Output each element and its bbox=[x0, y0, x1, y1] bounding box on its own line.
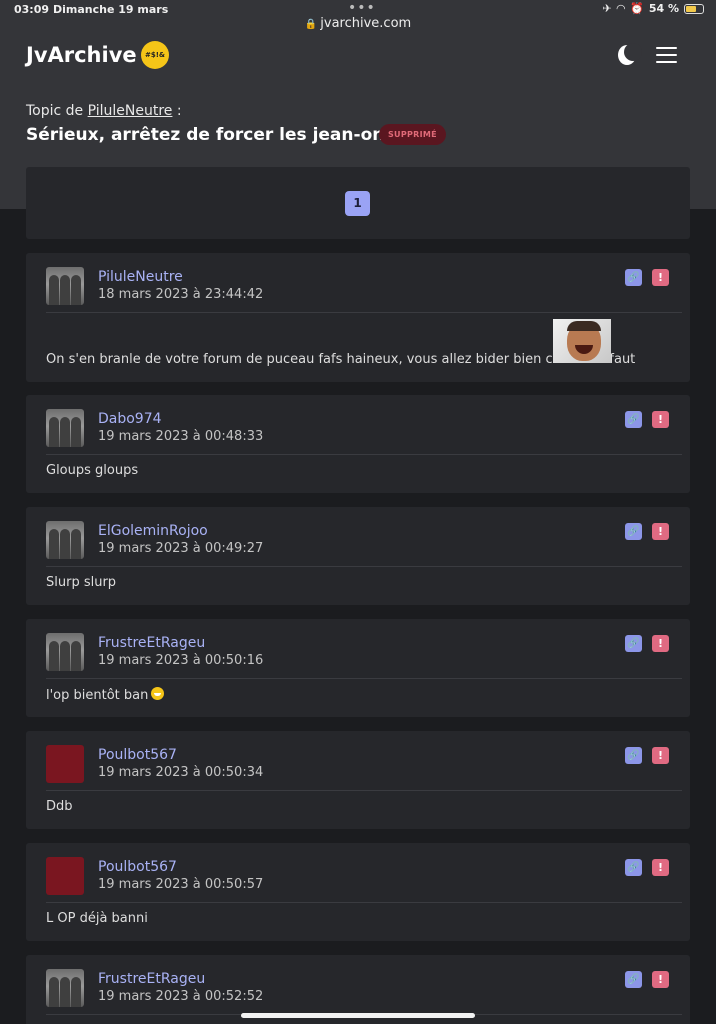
post-card: FrustreEtRageu 19 mars 2023 à 00:50:16 🔗… bbox=[26, 619, 690, 717]
post-card: Poulbot567 19 mars 2023 à 00:50:34 🔗 ! D… bbox=[26, 731, 690, 829]
page-title: Sérieux, arrêtez de forcer les jean-onch… bbox=[26, 125, 429, 145]
menu-icon[interactable] bbox=[656, 47, 677, 64]
report-icon[interactable]: ! bbox=[652, 635, 669, 652]
post-username[interactable]: Poulbot567 bbox=[98, 747, 177, 763]
pagination: 1 bbox=[26, 167, 690, 239]
post-card: Poulbot567 19 mars 2023 à 00:50:57 🔗 ! L… bbox=[26, 843, 690, 941]
post-text: Gloups gloups bbox=[46, 463, 139, 478]
divider bbox=[46, 678, 682, 679]
post-username[interactable]: FrustreEtRageu bbox=[98, 971, 205, 987]
topic-suffix: : bbox=[172, 103, 182, 119]
post-username[interactable]: Dabo974 bbox=[98, 411, 162, 427]
link-icon[interactable]: 🔗 bbox=[625, 269, 642, 286]
post-timestamp: 19 mars 2023 à 00:50:57 bbox=[98, 877, 264, 892]
report-icon[interactable]: ! bbox=[652, 523, 669, 540]
alarm-icon: ⏰ bbox=[630, 2, 644, 15]
post-username[interactable]: PiluleNeutre bbox=[98, 269, 183, 285]
link-icon[interactable]: 🔗 bbox=[625, 523, 642, 540]
divider bbox=[46, 312, 682, 313]
post-card: PiluleNeutre 18 mars 2023 à 23:44:42 🔗 !… bbox=[26, 253, 690, 382]
avatar[interactable] bbox=[46, 857, 84, 895]
airplane-icon: ✈ bbox=[602, 2, 612, 15]
divider bbox=[46, 902, 682, 903]
post-username[interactable]: ElGoleminRojoo bbox=[98, 523, 208, 539]
status-indicators: ✈ ◠ ⏰ 54 % bbox=[602, 2, 704, 15]
address-bar[interactable]: 🔒 jvarchive.com bbox=[0, 16, 716, 31]
topic-prefix: Topic de bbox=[26, 103, 84, 119]
topic-author-link[interactable]: PiluleNeutre bbox=[88, 103, 173, 119]
post-text: On s'en branle de votre forum de puceau … bbox=[46, 352, 636, 367]
lock-icon: 🔒 bbox=[304, 19, 318, 30]
divider bbox=[46, 454, 682, 455]
wifi-icon: ◠ bbox=[616, 2, 626, 15]
post-timestamp: 18 mars 2023 à 23:44:42 bbox=[98, 287, 264, 302]
sticker-image bbox=[553, 319, 611, 363]
status-badge: SUPPRIMÉ bbox=[379, 124, 446, 145]
more-dots-icon[interactable]: ••• bbox=[348, 0, 376, 16]
menu-line bbox=[656, 61, 677, 63]
status-time: 03:09 bbox=[14, 3, 50, 16]
post-timestamp: 19 mars 2023 à 00:49:27 bbox=[98, 541, 264, 556]
battery-icon bbox=[684, 3, 704, 14]
avatar[interactable] bbox=[46, 521, 84, 559]
status-bar: 03:09 Dimanche 19 mars ••• 🔒 jvarchive.co… bbox=[0, 0, 716, 36]
post-text: l'op bientôt ban bbox=[46, 688, 149, 703]
post-timestamp: 19 mars 2023 à 00:50:16 bbox=[98, 653, 264, 668]
home-indicator[interactable] bbox=[241, 1013, 475, 1018]
link-icon[interactable]: 🔗 bbox=[625, 859, 642, 876]
post-text: Slurp slurp bbox=[46, 575, 117, 590]
post-card: Dabo974 19 mars 2023 à 00:48:33 🔗 ! Glou… bbox=[26, 395, 690, 493]
divider bbox=[46, 566, 682, 567]
avatar[interactable] bbox=[46, 267, 84, 305]
topic-byline: Topic de PiluleNeutre : bbox=[26, 103, 182, 119]
post-text: L OP déjà banni bbox=[46, 911, 148, 926]
report-icon[interactable]: ! bbox=[652, 747, 669, 764]
url-text: jvarchive.com bbox=[320, 16, 412, 31]
link-icon[interactable]: 🔗 bbox=[625, 747, 642, 764]
page-button-1[interactable]: 1 bbox=[345, 191, 370, 216]
avatar[interactable] bbox=[46, 745, 84, 783]
divider bbox=[46, 790, 682, 791]
link-icon[interactable]: 🔗 bbox=[625, 635, 642, 652]
link-icon[interactable]: 🔗 bbox=[625, 411, 642, 428]
avatar[interactable] bbox=[46, 633, 84, 671]
report-icon[interactable]: ! bbox=[652, 269, 669, 286]
post-timestamp: 19 mars 2023 à 00:50:34 bbox=[98, 765, 264, 780]
battery-fill bbox=[686, 5, 696, 12]
report-icon[interactable]: ! bbox=[652, 411, 669, 428]
post-username[interactable]: FrustreEtRageu bbox=[98, 635, 205, 651]
logo-emoji-icon: #$!& bbox=[141, 41, 169, 69]
menu-line bbox=[656, 54, 677, 56]
report-icon[interactable]: ! bbox=[652, 859, 669, 876]
avatar[interactable] bbox=[46, 409, 84, 447]
post-username[interactable]: Poulbot567 bbox=[98, 859, 177, 875]
grin-emoji-icon bbox=[151, 687, 165, 700]
post-timestamp: 19 mars 2023 à 00:48:33 bbox=[98, 429, 264, 444]
report-icon[interactable]: ! bbox=[652, 971, 669, 988]
post-card: ElGoleminRojoo 19 mars 2023 à 00:49:27 🔗… bbox=[26, 507, 690, 605]
status-date: Dimanche 19 mars bbox=[53, 3, 169, 16]
link-icon[interactable]: 🔗 bbox=[625, 971, 642, 988]
post-text-row: l'op bientôt ban bbox=[46, 687, 165, 703]
avatar[interactable] bbox=[46, 969, 84, 1007]
moon-icon[interactable] bbox=[616, 43, 642, 65]
battery-percent: 54 % bbox=[648, 2, 679, 15]
menu-line bbox=[656, 47, 677, 49]
moon-bite bbox=[624, 43, 642, 61]
post-timestamp: 19 mars 2023 à 00:52:52 bbox=[98, 989, 264, 1004]
site-logo[interactable]: JvArchive bbox=[26, 43, 137, 67]
post-text: Ddb bbox=[46, 799, 73, 814]
